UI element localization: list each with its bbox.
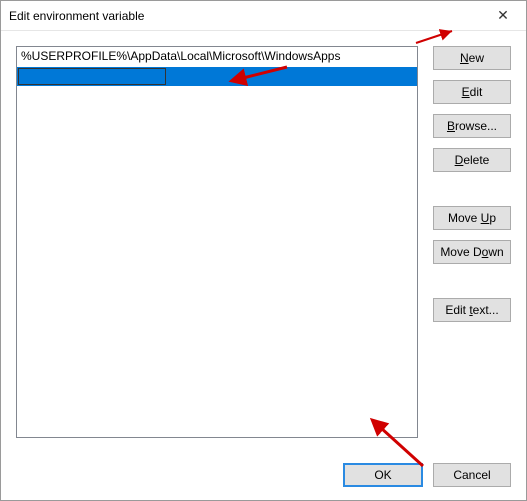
- list-item[interactable]: %USERPROFILE%\AppData\Local\Microsoft\Wi…: [17, 47, 417, 67]
- list-item[interactable]: [17, 361, 417, 381]
- move-down-button[interactable]: Move Down: [433, 240, 511, 264]
- list-item[interactable]: [17, 321, 417, 341]
- list-item[interactable]: [17, 184, 417, 204]
- browse-button[interactable]: Browse...: [433, 114, 511, 138]
- list-item[interactable]: [17, 400, 417, 420]
- list-item[interactable]: [17, 302, 417, 322]
- list-item[interactable]: [17, 165, 417, 185]
- list-item[interactable]: [17, 419, 417, 438]
- list-item[interactable]: [17, 86, 417, 106]
- window-title: Edit environment variable: [9, 9, 480, 23]
- button-column: New Edit Browse... Delete Move Up Move D…: [433, 46, 511, 448]
- close-icon: ✕: [497, 7, 509, 24]
- list-item[interactable]: [17, 204, 417, 224]
- path-list[interactable]: %USERPROFILE%\AppData\Local\Microsoft\Wi…: [16, 46, 418, 438]
- list-item[interactable]: [17, 125, 417, 145]
- spacer: [433, 172, 511, 206]
- titlebar: Edit environment variable ✕: [1, 1, 526, 31]
- spacer: [433, 264, 511, 298]
- dialog-window: Edit environment variable ✕ %USERPROFILE…: [0, 0, 527, 501]
- list-item[interactable]: [17, 145, 417, 165]
- edit-text-button[interactable]: Edit text...: [433, 298, 511, 322]
- list-item[interactable]: [17, 380, 417, 400]
- list-item[interactable]: [17, 243, 417, 263]
- list-item[interactable]: [17, 223, 417, 243]
- edit-button[interactable]: Edit: [433, 80, 511, 104]
- new-button-label-rest: ew: [469, 51, 484, 65]
- list-item[interactable]: [17, 341, 417, 361]
- list-item[interactable]: [17, 106, 417, 126]
- ok-button[interactable]: OK: [343, 463, 423, 487]
- move-up-button[interactable]: Move Up: [433, 206, 511, 230]
- dialog-content: %USERPROFILE%\AppData\Local\Microsoft\Wi…: [1, 31, 526, 463]
- dialog-footer: OK Cancel: [1, 463, 526, 500]
- cancel-button[interactable]: Cancel: [433, 463, 511, 487]
- list-item[interactable]: [17, 282, 417, 302]
- list-item[interactable]: [17, 67, 417, 87]
- delete-button[interactable]: Delete: [433, 148, 511, 172]
- list-item[interactable]: [17, 263, 417, 283]
- inline-edit-input[interactable]: [21, 68, 171, 86]
- list-item-text: %USERPROFILE%\AppData\Local\Microsoft\Wi…: [21, 49, 340, 63]
- new-button[interactable]: New: [433, 46, 511, 70]
- close-button[interactable]: ✕: [480, 1, 526, 31]
